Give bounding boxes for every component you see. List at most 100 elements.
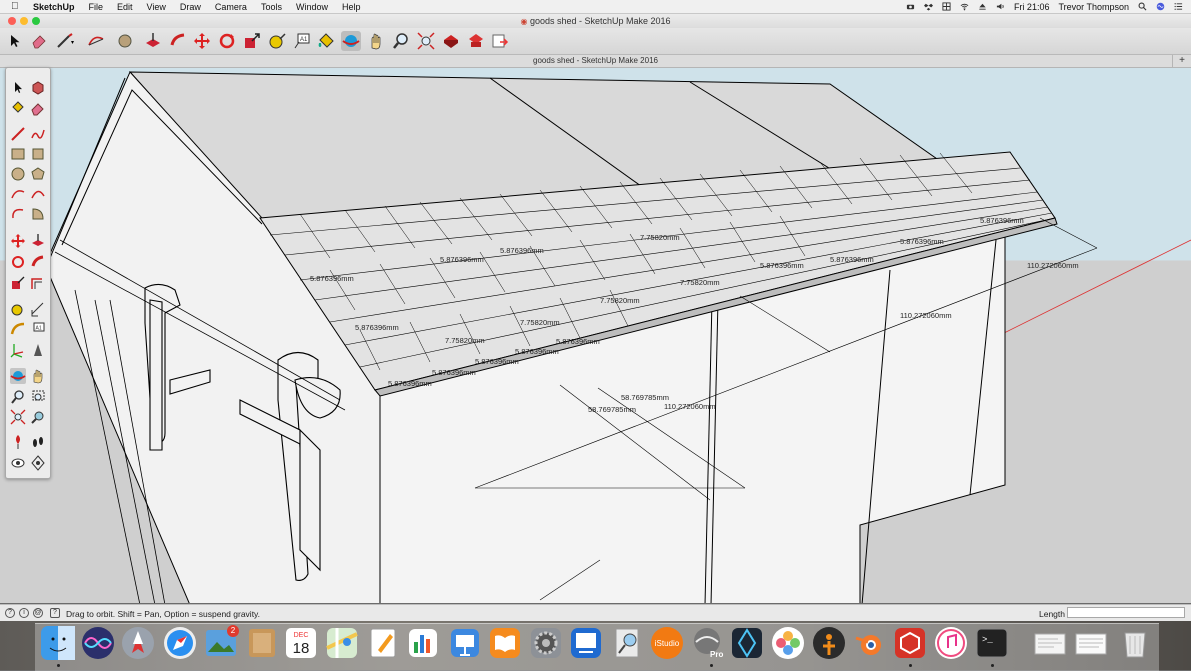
protractor-icon[interactable] <box>10 321 26 337</box>
credits-icon[interactable]: i <box>19 608 29 618</box>
menu-view[interactable]: View <box>147 2 166 12</box>
orbit-icon[interactable] <box>341 31 361 51</box>
follow-me-icon[interactable] <box>168 31 188 51</box>
dropbox-icon[interactable] <box>923 2 933 11</box>
circle-icon[interactable] <box>10 166 26 182</box>
tape-measure-icon[interactable] <box>10 301 26 317</box>
move-icon[interactable] <box>192 31 212 51</box>
calendar-icon[interactable]: DEC 18 <box>284 626 318 660</box>
zoom-window-icon[interactable] <box>30 389 46 405</box>
eject-icon[interactable] <box>978 2 987 11</box>
menu-help[interactable]: Help <box>342 2 361 12</box>
position-camera-icon[interactable] <box>10 434 26 450</box>
walk-icon[interactable] <box>30 434 46 450</box>
itunes-icon[interactable] <box>934 626 968 660</box>
axes-icon[interactable] <box>10 342 26 358</box>
menu-tools[interactable]: Tools <box>261 2 282 12</box>
line-icon[interactable]: ▾ <box>55 31 75 51</box>
move-icon[interactable] <box>10 233 26 249</box>
geolocation-icon[interactable]: ? <box>5 608 15 618</box>
menu-window[interactable]: Window <box>296 2 328 12</box>
photos-icon[interactable] <box>771 626 805 660</box>
minimize-window-button[interactable] <box>20 17 28 25</box>
siri-icon[interactable] <box>1156 2 1165 11</box>
polygon-icon[interactable] <box>30 166 46 182</box>
pie-icon[interactable] <box>30 206 46 222</box>
user-account-icon[interactable]: @ <box>33 608 43 618</box>
apple-menu-icon[interactable]:  <box>11 1 23 12</box>
terminal-icon[interactable]: >_ <box>975 626 1009 660</box>
push-pull-icon[interactable] <box>143 31 163 51</box>
ibooks-icon[interactable] <box>488 626 522 660</box>
new-tab-button[interactable]: + <box>1172 55 1191 67</box>
warehouse-icon[interactable] <box>441 31 461 51</box>
menu-camera[interactable]: Camera <box>215 2 247 12</box>
wifi-icon[interactable] <box>960 2 969 11</box>
select-icon[interactable] <box>10 80 26 96</box>
orbit-icon[interactable] <box>10 368 26 384</box>
photoscan-icon[interactable] <box>730 626 764 660</box>
volume-icon[interactable] <box>996 2 1005 11</box>
blender-style-app-icon[interactable] <box>812 626 846 660</box>
pan-icon[interactable] <box>366 31 386 51</box>
arc-icon[interactable] <box>10 186 26 202</box>
siri-app-icon[interactable] <box>81 626 115 660</box>
user-name[interactable]: Trevor Thompson <box>1058 2 1129 12</box>
arc-icon[interactable] <box>86 31 106 51</box>
document-tab[interactable]: goods shed - SketchUp Make 2016 <box>533 56 658 65</box>
scale-icon[interactable] <box>10 275 26 291</box>
zoom-window-button[interactable] <box>32 17 40 25</box>
sketchup-pro-icon[interactable]: Pro <box>690 626 724 660</box>
finder-icon[interactable] <box>41 626 75 660</box>
previous-view-icon[interactable] <box>30 409 46 425</box>
sketchup-make-icon[interactable] <box>893 626 927 660</box>
app-menu[interactable]: SketchUp <box>33 2 75 12</box>
pan-icon[interactable] <box>30 368 46 384</box>
maps-icon[interactable] <box>325 626 359 660</box>
model-scene[interactable]: 110.272060mm 110.272060mm 110.272060mm 5… <box>0 68 1191 603</box>
spotlight-search-icon[interactable] <box>1138 2 1147 11</box>
instructor-icon[interactable]: ? <box>50 608 60 618</box>
follow-me-icon[interactable] <box>30 254 46 270</box>
drawing-viewport[interactable]: 110.272060mm 110.272060mm 110.272060mm 5… <box>0 68 1191 603</box>
rotate-icon[interactable] <box>217 31 237 51</box>
clock[interactable]: Fri 21:06 <box>1014 2 1050 12</box>
grid-status-icon[interactable] <box>942 2 951 11</box>
tape-measure-icon[interactable] <box>267 31 287 51</box>
safari-icon[interactable] <box>163 626 197 660</box>
section-plane-icon[interactable] <box>30 455 46 471</box>
push-pull-icon[interactable] <box>30 233 46 249</box>
menu-file[interactable]: File <box>89 2 104 12</box>
zoom-icon[interactable] <box>10 389 26 405</box>
make-component-icon[interactable] <box>30 80 46 96</box>
rotated-rectangle-icon[interactable] <box>30 146 46 162</box>
minimized-window-1[interactable] <box>1033 626 1067 660</box>
offset-icon[interactable] <box>30 275 46 291</box>
measurements-input[interactable] <box>1067 607 1185 618</box>
trash-icon[interactable] <box>1118 626 1152 660</box>
menu-draw[interactable]: Draw <box>180 2 201 12</box>
3d-text-icon[interactable] <box>30 342 46 358</box>
scale-icon[interactable] <box>242 31 262 51</box>
shapes-icon[interactable] <box>116 31 136 51</box>
launchpad-icon[interactable] <box>121 626 155 660</box>
notification-center-icon[interactable] <box>1174 2 1183 11</box>
line-icon[interactable] <box>10 126 26 142</box>
two-point-arc-icon[interactable] <box>30 186 46 202</box>
keynote-remote-icon[interactable] <box>569 626 603 660</box>
rectangle-icon[interactable] <box>10 146 26 162</box>
numbers-icon[interactable] <box>406 626 440 660</box>
paint-bucket-icon[interactable] <box>316 31 336 51</box>
text-icon[interactable]: A1 <box>292 31 312 51</box>
eraser-icon[interactable] <box>29 31 49 51</box>
camera-status-icon[interactable] <box>906 2 915 11</box>
dimension-icon[interactable] <box>30 301 46 317</box>
text-icon[interactable]: A1 <box>30 321 46 337</box>
paint-bucket-icon[interactable] <box>10 100 26 116</box>
look-around-icon[interactable] <box>10 455 26 471</box>
window-title-bar[interactable]: ◉ goods shed - SketchUp Make 2016 <box>0 14 1191 28</box>
zoom-extents-icon[interactable] <box>416 31 436 51</box>
three-point-arc-icon[interactable] <box>10 206 26 222</box>
large-tool-set-palette[interactable]: A1 <box>5 67 51 479</box>
zoom-extents-icon[interactable] <box>10 409 26 425</box>
